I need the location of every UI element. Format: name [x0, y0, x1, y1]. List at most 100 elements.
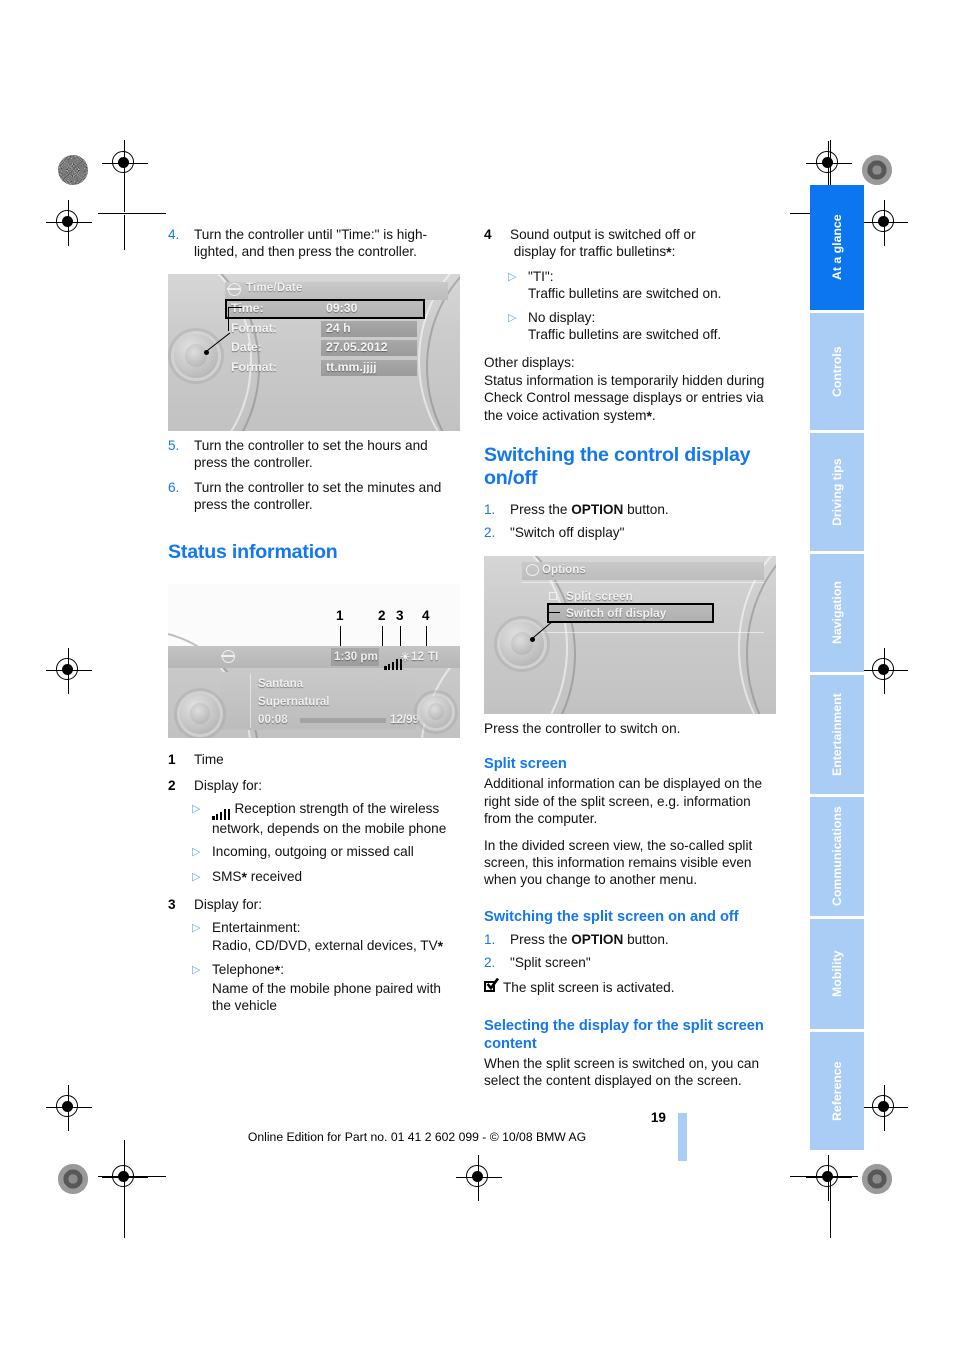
figure-row-time: Time: 09:30 — [225, 299, 450, 319]
split-step-2-text: "Split screen" — [510, 955, 591, 971]
legend-item-4: 4 Sound output is switched off or displa… — [484, 226, 776, 262]
step-4-number: 4. — [168, 227, 180, 242]
checkmark-icon — [486, 977, 499, 990]
sidebar-tab-communications[interactable]: Communications — [810, 797, 864, 916]
callout-number-3: 3 — [396, 608, 404, 623]
legend-3-bullet-2-text: Telephone*: Name of the mobile phone pair… — [212, 962, 441, 1014]
callout-leader-line-h — [228, 307, 242, 309]
triangle-bullet-icon: ▷ — [192, 871, 201, 884]
legend-4-bullet-2-text: No display: Traffic bulletins are switch… — [528, 309, 722, 343]
step-text-pre: Press the — [510, 502, 572, 518]
heading-switching-control-display: Switching the control display on/off — [484, 444, 751, 490]
sidebar-tab-mobility[interactable]: Mobility — [810, 919, 864, 1029]
legend-item-1: 1 Time — [168, 751, 460, 768]
sidebar-tab-driving-tips[interactable]: Driving tips — [810, 433, 864, 551]
callout-leader-dot — [530, 637, 535, 642]
sidebar-tab-label: Mobility — [830, 950, 844, 998]
sidebar-tab-label: Entertainment — [830, 693, 844, 776]
callout-leader-line-v — [228, 307, 230, 331]
triangle-bullet-icon: ▷ — [508, 311, 517, 324]
legend-2-number: 2 — [168, 777, 176, 793]
triangle-bullet-icon: ▷ — [192, 803, 201, 816]
registration-mark-top-left — [102, 141, 148, 187]
legend-4-number: 4 — [484, 227, 492, 242]
split-screen-para-1: Additional information can be displayed … — [484, 776, 763, 827]
options-icon — [526, 564, 539, 576]
halftone-patch-top-right — [862, 155, 892, 185]
figure-rows: Time: 09:30 Format: 24 h Date: 27.05.201… — [225, 299, 450, 379]
callout-number-2: 2 — [378, 608, 386, 623]
figure-title: Time/Date — [246, 282, 303, 294]
sidebar-tab-label: Communications — [830, 806, 844, 907]
registration-mark-top-right — [806, 141, 852, 187]
registration-mark-left-middle — [46, 648, 92, 694]
panel-divider — [250, 674, 252, 728]
step-6: 6. Turn the controller to set the minute… — [168, 479, 460, 514]
crop-mark-top-left-h — [98, 213, 166, 215]
legend-2-bullet-1: ▷ Reception strength of the wireless net… — [192, 800, 460, 837]
sidebar-tab-label: At a glance — [830, 214, 844, 281]
sidebar-tab-navigation[interactable]: Navigation — [810, 554, 864, 672]
status-temperature: 12 — [411, 650, 424, 663]
status-temperature-icon: ☀ — [400, 651, 411, 664]
sidebar-tab-at-a-glance[interactable]: At a glance — [810, 185, 864, 310]
step-text-post: button. — [623, 502, 669, 518]
callout-leader-dot — [204, 350, 209, 355]
controller-knob — [180, 694, 220, 734]
asterisk-marker: * — [646, 407, 652, 424]
figure-options: Options Split screen Switch off display — [484, 556, 776, 714]
row-time-value: 09:30 — [326, 301, 358, 315]
heading-selecting-display: Selecting the display for the split scre… — [484, 1017, 764, 1052]
sidebar-tab-controls[interactable]: Controls — [810, 313, 864, 430]
other-displays-label: Other displays: — [484, 355, 575, 371]
sidebar-tab-label: Controls — [830, 346, 844, 397]
option-button-label: OPTION — [571, 931, 624, 947]
step-text-post: button. — [623, 931, 669, 947]
registration-mark-bottom-right-inner — [806, 1155, 852, 1201]
registration-mark-left-upper — [46, 200, 92, 246]
signal-bars-icon — [212, 802, 231, 820]
section-tab-rail: At a glance Controls Driving tips Naviga… — [810, 185, 864, 1153]
row-format1-value: 24 h — [326, 320, 351, 335]
checkbox-checked-icon — [484, 977, 499, 994]
figure-time-date: Time/Date Time: 09:30 Format: 24 h Date:… — [168, 274, 460, 431]
callout-number-1: 1 — [336, 608, 344, 623]
step-5-number: 5. — [168, 437, 180, 453]
split-activated-row: The split screen is activated. — [484, 977, 776, 996]
list-divider — [522, 632, 764, 633]
legend-item-3: 3 Display for: — [168, 896, 460, 913]
clock-icon — [227, 283, 241, 296]
split-screen-checkbox-icon — [549, 592, 557, 600]
control-display-step-1: 1. Press the OPTION button. — [484, 501, 776, 518]
control-display-step-2-number: 2. — [484, 525, 496, 541]
legend-3-bullet-1-text: Entertainment: Radio, CD/DVD, external de… — [212, 920, 444, 954]
triangle-bullet-icon: ▷ — [192, 964, 201, 977]
triangle-bullet-icon: ▷ — [192, 922, 201, 935]
callout-number-4: 4 — [422, 608, 430, 623]
heading-split-screen: Split screen — [484, 756, 567, 773]
status-traffic-ti: TI — [428, 650, 439, 663]
split-step-1-number: 1. — [484, 931, 496, 947]
menu-icon — [221, 650, 235, 663]
figure-row-format2: Format: tt.mm.jjjj — [225, 359, 450, 377]
split-step-2-number: 2. — [484, 955, 496, 971]
figure-title: Options — [542, 563, 586, 576]
step-4: 4. Turn the controller until "Time:" is … — [168, 226, 460, 261]
asterisk-marker: * — [241, 869, 247, 886]
heading-switching-split-screen: Switching the split screen on and off — [484, 908, 739, 925]
control-display-step-1-text: Press the OPTION button. — [510, 501, 776, 518]
step-5: 5. Turn the controller to set the hours … — [168, 437, 460, 472]
registration-mark-right-middle — [862, 648, 908, 694]
legend-3-number: 3 — [168, 897, 176, 913]
sidebar-tab-entertainment[interactable]: Entertainment — [810, 675, 864, 794]
sidebar-tab-reference[interactable]: Reference — [810, 1032, 864, 1150]
footer-note: Online Edition for Part no. 01 41 2 602 … — [247, 1130, 587, 1144]
halftone-patch-top-left — [58, 155, 88, 185]
sidebar-tab-label: Navigation — [830, 581, 844, 645]
option-button-label: OPTION — [571, 502, 624, 518]
split-screen-para-2: In the divided screen view, the so-calle… — [484, 837, 753, 888]
control-display-step-2: 2. "Switch off display" — [484, 524, 776, 541]
step-6-number: 6. — [168, 479, 180, 495]
asterisk-marker: * — [274, 962, 281, 979]
legend-2-bullet-1-text: Reception strength of the wireless netwo… — [212, 800, 460, 837]
